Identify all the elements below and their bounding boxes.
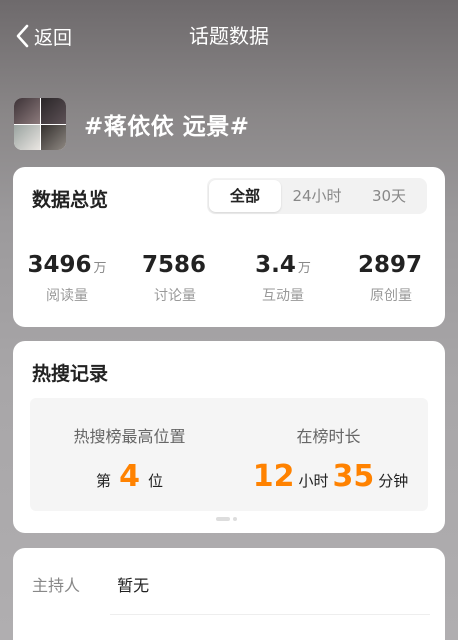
hot-duration-label: 在榜时长 xyxy=(296,427,361,446)
thumbnail-tile xyxy=(40,124,66,150)
hot-rank-label: 热搜榜最高位置 xyxy=(73,427,186,446)
minutes-value: 35 xyxy=(332,459,375,494)
topic-header: #蒋依依 远景# xyxy=(14,97,250,151)
time-range-segment: 全部 24小时 30天 xyxy=(207,178,427,214)
hot-search-title: 热搜记录 xyxy=(32,363,109,385)
hot-rank-section: 热搜榜最高位置 第 4 位 xyxy=(30,398,229,511)
stat-originals: 2897 原创量 xyxy=(337,251,445,305)
stat-unit: 万 xyxy=(93,261,107,276)
stat-value: 7586 xyxy=(141,252,206,278)
tab-24h[interactable]: 24小时 xyxy=(281,180,353,212)
stat-value: 3496 xyxy=(27,252,92,278)
rank-value: 4 xyxy=(119,459,140,494)
tab-all[interactable]: 全部 xyxy=(209,180,281,212)
stat-value: 2897 xyxy=(357,252,422,278)
nav-bar: 返回 话题数据 xyxy=(0,0,458,72)
hours-unit: 小时 xyxy=(298,472,329,490)
rank-prefix: 第 xyxy=(96,472,112,490)
hot-search-panel[interactable]: 热搜榜最高位置 第 4 位 在榜时长 12 小时 35 分钟 xyxy=(30,398,428,511)
overview-title: 数据总览 xyxy=(32,189,109,211)
overview-card: 数据总览 全部 24小时 30天 3496 万 阅读量 7586 讨论量 3.4 万… xyxy=(13,167,445,327)
host-value: 暂无 xyxy=(117,576,150,595)
thumbnail-tile xyxy=(40,98,66,124)
thumbnail-tile xyxy=(14,124,40,150)
page-dot xyxy=(233,517,237,521)
rank-suffix: 位 xyxy=(147,472,163,490)
hot-duration-section: 在榜时长 12 小时 35 分钟 xyxy=(229,398,428,511)
stats-row: 3496 万 阅读量 7586 讨论量 3.4 万 互动量 2897 原创量 xyxy=(13,251,445,305)
hot-search-card: 热搜记录 热搜榜最高位置 第 4 位 在榜时长 12 小时 35 分钟 xyxy=(13,341,445,533)
stat-value: 3.4 xyxy=(255,252,296,278)
stat-label: 互动量 xyxy=(262,288,304,304)
topic-thumbnail[interactable] xyxy=(14,98,66,150)
tab-30d[interactable]: 30天 xyxy=(353,180,425,212)
stat-label: 阅读量 xyxy=(46,288,88,304)
minutes-unit: 分钟 xyxy=(378,472,409,490)
hours-value: 12 xyxy=(252,459,295,494)
page-indicator xyxy=(216,517,237,521)
stat-unit: 万 xyxy=(297,261,311,276)
stat-reads: 3496 万 阅读量 xyxy=(13,251,121,305)
stat-interactions: 3.4 万 互动量 xyxy=(229,251,337,305)
stat-label: 讨论量 xyxy=(154,288,196,304)
stat-label: 原创量 xyxy=(370,288,412,304)
thumbnail-tile xyxy=(14,98,40,124)
stat-discussions: 7586 讨论量 xyxy=(121,251,229,305)
topic-name: #蒋依依 远景# xyxy=(84,114,250,140)
host-row: 主持人 暂无 xyxy=(32,572,149,596)
divider xyxy=(110,614,430,615)
host-key: 主持人 xyxy=(32,576,81,595)
info-card: 主持人 暂无 xyxy=(13,548,445,640)
page-title: 话题数据 xyxy=(189,24,269,48)
page-dot-active xyxy=(216,517,230,521)
